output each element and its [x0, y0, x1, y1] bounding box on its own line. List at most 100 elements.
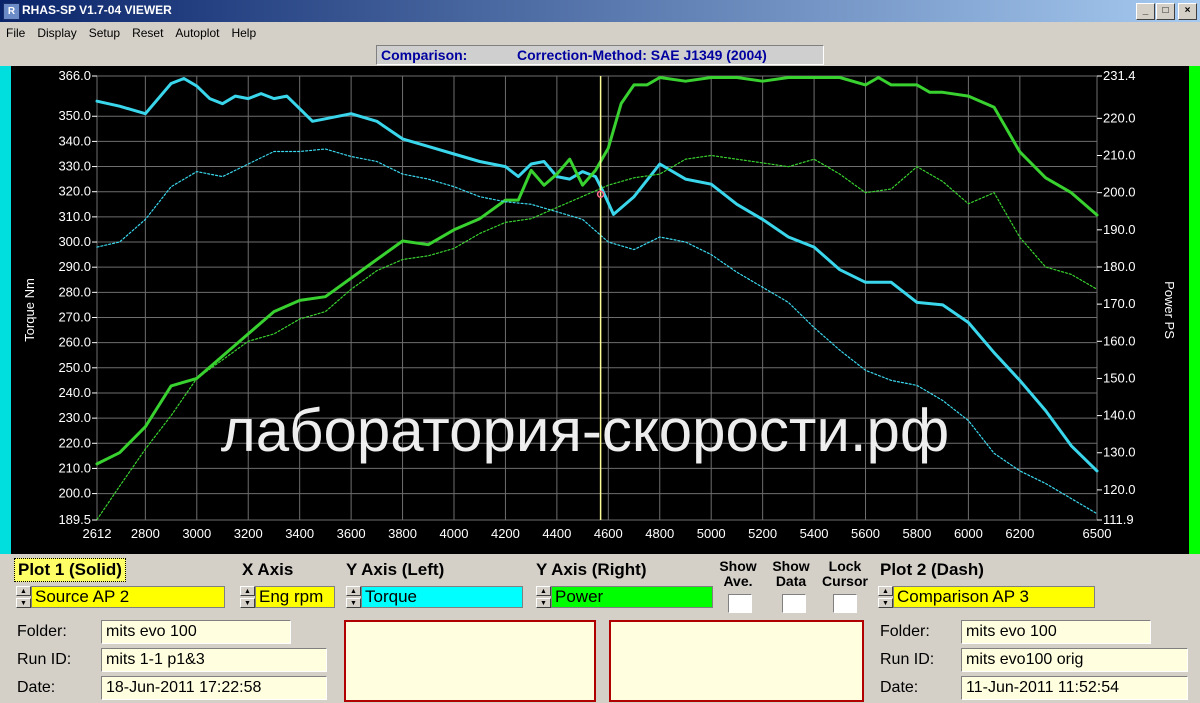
spin-down-icon[interactable]: ▼: [240, 598, 255, 608]
menu-reset[interactable]: Reset: [126, 22, 169, 42]
y-left-selector[interactable]: ▲ ▼ Torque: [346, 586, 523, 608]
watermark: лаборатория-скорости.рф: [221, 397, 950, 464]
x-tick-label: 5800: [902, 526, 931, 541]
minimize-button[interactable]: _: [1136, 3, 1155, 20]
title-bar: R RHAS-SP V1.7-04 VIEWER _ □ ×: [0, 0, 1200, 22]
x-axis-value[interactable]: Eng rpm: [255, 586, 335, 608]
series-line-power-comparison: [96, 154, 1098, 521]
x-tick-label: 2800: [131, 526, 160, 541]
x-tick-label: 5600: [851, 526, 880, 541]
info-strip: Comparison: Correction-Method: SAE J1349…: [0, 43, 1200, 65]
plot1-spinner[interactable]: ▲ ▼: [16, 586, 31, 608]
right-runid-label: Run ID:: [880, 651, 935, 668]
x-tick-label: 4000: [440, 526, 469, 541]
show-ave-label: Show Ave.: [719, 558, 757, 589]
lock-cursor-label: Lock Cursor: [822, 558, 868, 589]
spin-down-icon[interactable]: ▼: [16, 598, 31, 608]
plot1-selector[interactable]: ▲ ▼ Source AP 2: [16, 586, 225, 608]
y-left-tick-label: 250.0: [58, 360, 91, 375]
spin-up-icon[interactable]: ▲: [878, 586, 893, 596]
menu-bar: File Display Setup Reset Autoplot Help: [0, 22, 1200, 42]
x-tick-label: 3800: [388, 526, 417, 541]
y-left-axis-label: Torque Nm: [22, 278, 37, 342]
app-icon: R: [3, 3, 20, 20]
x-tick-label: 5200: [748, 526, 777, 541]
left-notes-box[interactable]: [344, 620, 596, 702]
spin-up-icon[interactable]: ▲: [240, 586, 255, 596]
menu-setup[interactable]: Setup: [83, 22, 126, 42]
y-axis-right-label: Y Axis (Right): [536, 560, 647, 579]
spin-up-icon[interactable]: ▲: [16, 586, 31, 596]
y-right-selector[interactable]: ▲ ▼ Power: [536, 586, 713, 608]
x-tick-label: 6500: [1083, 526, 1112, 541]
y-left-tick-label: 200.0: [58, 486, 91, 501]
close-button[interactable]: ×: [1178, 3, 1197, 20]
y-left-value[interactable]: Torque: [361, 586, 523, 608]
y-right-tick-label: 231.4: [1103, 68, 1136, 83]
y-right-tick-label: 210.0: [1103, 148, 1136, 163]
window-controls: _ □ ×: [1135, 3, 1197, 20]
x-tick-label: 5400: [800, 526, 829, 541]
y-left-tick-label: 270.0: [58, 309, 91, 324]
y-right-tick-label: 160.0: [1103, 333, 1136, 348]
menu-display[interactable]: Display: [31, 22, 82, 42]
y-right-spinner[interactable]: ▲ ▼: [536, 586, 551, 608]
right-notes-box[interactable]: [609, 620, 864, 702]
plot2-value[interactable]: Comparison AP 3: [893, 586, 1095, 608]
y-right-ticks: 231.4 220.0 210.0 200.0 190.0 180.0 170.0 160.0…: [1097, 68, 1136, 527]
y-left-tick-label: 340.0: [58, 133, 91, 148]
right-date-value: 11-Jun-2011 11:52:54: [961, 676, 1188, 700]
right-date-label: Date:: [880, 679, 919, 696]
x-axis-spinner[interactable]: ▲ ▼: [240, 586, 255, 608]
y-left-tick-label: 366.0: [58, 68, 91, 83]
y-right-tick-label: 180.0: [1103, 259, 1136, 274]
y-right-tick-label: 140.0: [1103, 408, 1136, 423]
y-right-tick-label: 111.9: [1103, 512, 1134, 527]
y-left-tick-label: 350.0: [58, 108, 91, 123]
y-left-tick-label: 260.0: [58, 335, 91, 350]
x-ticks: 2612 2800 3000 3200 3400 3600 3800 4000 4200 4400…: [83, 526, 1112, 541]
x-tick-label: 4200: [491, 526, 520, 541]
window-title: RHAS-SP V1.7-04 VIEWER: [22, 3, 172, 17]
menu-file[interactable]: File: [0, 22, 31, 42]
maximize-button[interactable]: □: [1156, 3, 1175, 20]
menu-autoplot[interactable]: Autoplot: [169, 22, 225, 42]
y-left-tick-label: 310.0: [58, 209, 91, 224]
spin-up-icon[interactable]: ▲: [346, 586, 361, 596]
left-date-value: 18-Jun-2011 17:22:58: [101, 676, 327, 700]
x-axis-selector[interactable]: ▲ ▼ Eng rpm: [240, 586, 335, 608]
x-tick-label: 5000: [697, 526, 726, 541]
y-right-tick-label: 120.0: [1103, 482, 1136, 497]
menu-help[interactable]: Help: [225, 22, 262, 42]
y-left-tick-label: 220.0: [58, 435, 91, 450]
spin-down-icon[interactable]: ▼: [346, 598, 361, 608]
right-folder-label: Folder:: [880, 623, 930, 640]
x-tick-label: 4600: [594, 526, 623, 541]
show-ave-checkbox[interactable]: [728, 594, 752, 613]
y-left-tick-label: 240.0: [58, 385, 91, 400]
spin-down-icon[interactable]: ▼: [536, 598, 551, 608]
y-right-tick-label: 130.0: [1103, 445, 1136, 460]
x-tick-label: 3000: [182, 526, 211, 541]
x-tick-label: 4400: [542, 526, 571, 541]
y-left-spinner[interactable]: ▲ ▼: [346, 586, 361, 608]
y-right-value[interactable]: Power: [551, 586, 713, 608]
x-tick-label: 3200: [234, 526, 263, 541]
y-right-axis-label: Power PS: [1162, 281, 1177, 339]
plot2-selector[interactable]: ▲ ▼ Comparison AP 3: [878, 586, 1095, 608]
spin-up-icon[interactable]: ▲: [536, 586, 551, 596]
plot1-value[interactable]: Source AP 2: [31, 586, 225, 608]
dyno-chart[interactable]: 366.0 350.0 340.0 330.0 320.0 310.0 300.0 290.0…: [0, 66, 1200, 554]
x-tick-label: 4800: [645, 526, 674, 541]
y-right-tick-label: 150.0: [1103, 370, 1136, 385]
show-data-checkbox[interactable]: [782, 594, 806, 613]
spin-down-icon[interactable]: ▼: [878, 598, 893, 608]
plot2-spinner[interactable]: ▲ ▼: [878, 586, 893, 608]
x-axis-label: X Axis: [242, 560, 294, 579]
right-folder-value: mits evo 100: [961, 620, 1151, 644]
y-right-tick-label: 190.0: [1103, 222, 1136, 237]
x-tick-label: 3400: [285, 526, 314, 541]
lock-cursor-checkbox[interactable]: [833, 594, 857, 613]
plot2-label: Plot 2 (Dash): [880, 560, 984, 579]
comparison-label: Comparison:: [381, 47, 468, 63]
